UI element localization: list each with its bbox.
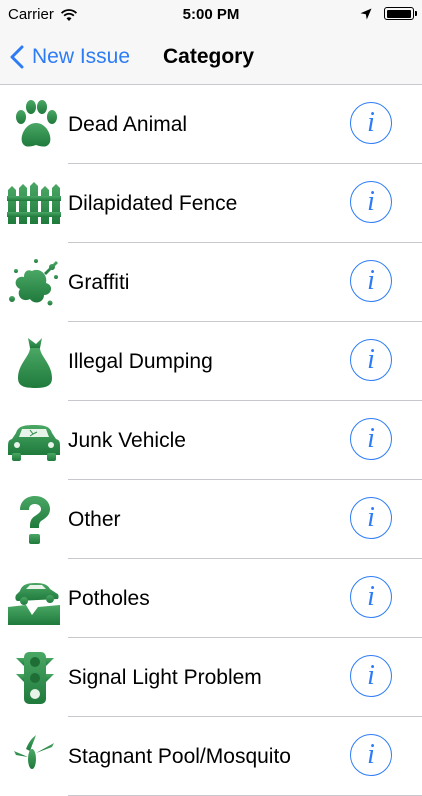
info-button[interactable]: i bbox=[350, 497, 392, 539]
category-row-potholes[interactable]: Potholes i bbox=[0, 559, 422, 638]
category-label: Potholes bbox=[68, 586, 150, 610]
question-mark-icon bbox=[20, 496, 50, 544]
category-label: Other bbox=[68, 507, 121, 531]
info-button[interactable]: i bbox=[350, 418, 392, 460]
category-row-stagnant-pool-mosquito[interactable]: Stagnant Pool/Mosquito i bbox=[0, 717, 422, 796]
category-row-illegal-dumping[interactable]: Illegal Dumping i bbox=[0, 322, 422, 401]
category-label: Dead Animal bbox=[68, 112, 188, 136]
category-row-junk-vehicle[interactable]: Junk Vehicle i bbox=[0, 401, 422, 480]
back-button-label: New Issue bbox=[32, 45, 131, 68]
chevron-left-icon bbox=[10, 45, 24, 69]
pothole-icon bbox=[8, 583, 60, 625]
location-arrow-icon bbox=[360, 8, 372, 19]
info-button[interactable]: i bbox=[350, 102, 392, 144]
category-label: Junk Vehicle bbox=[68, 428, 186, 452]
category-row-dilapidated-fence[interactable]: Dilapidated Fence i bbox=[0, 164, 422, 243]
category-row-graffiti[interactable]: Graffiti i bbox=[0, 243, 422, 322]
status-bar: Carrier 5:00 PM bbox=[0, 0, 422, 30]
navigation-bar: New Issue Category bbox=[0, 30, 422, 85]
category-label: Graffiti bbox=[68, 270, 130, 294]
fence-icon bbox=[7, 182, 61, 224]
info-button[interactable]: i bbox=[350, 655, 392, 697]
info-button[interactable]: i bbox=[350, 339, 392, 381]
category-row-signal-light-problem[interactable]: Signal Light Problem i bbox=[0, 638, 422, 717]
category-label: Illegal Dumping bbox=[68, 349, 213, 373]
back-button[interactable]: New Issue bbox=[10, 30, 130, 84]
info-button[interactable]: i bbox=[350, 576, 392, 618]
info-button[interactable]: i bbox=[350, 181, 392, 223]
status-time: 5:00 PM bbox=[182, 6, 240, 23]
info-button[interactable]: i bbox=[350, 260, 392, 302]
category-label: Dilapidated Fence bbox=[68, 191, 238, 215]
mosquito-icon bbox=[14, 735, 54, 769]
trash-bag-icon bbox=[18, 338, 52, 388]
category-row-dead-animal[interactable]: Dead Animal i bbox=[0, 85, 422, 164]
category-list: Dead Animal i Dilapidated Fence i Graffi… bbox=[0, 85, 422, 796]
traffic-light-icon bbox=[16, 652, 54, 704]
category-label: Signal Light Problem bbox=[68, 665, 262, 689]
battery-icon bbox=[384, 7, 417, 20]
category-label: Stagnant Pool/Mosquito bbox=[68, 744, 291, 768]
wrecked-car-icon bbox=[8, 425, 60, 461]
info-button[interactable]: i bbox=[350, 734, 392, 776]
paw-icon bbox=[16, 100, 57, 147]
page-title: Category bbox=[163, 45, 255, 68]
paint-splat-icon bbox=[9, 259, 58, 306]
category-row-other[interactable]: Other i bbox=[0, 480, 422, 559]
